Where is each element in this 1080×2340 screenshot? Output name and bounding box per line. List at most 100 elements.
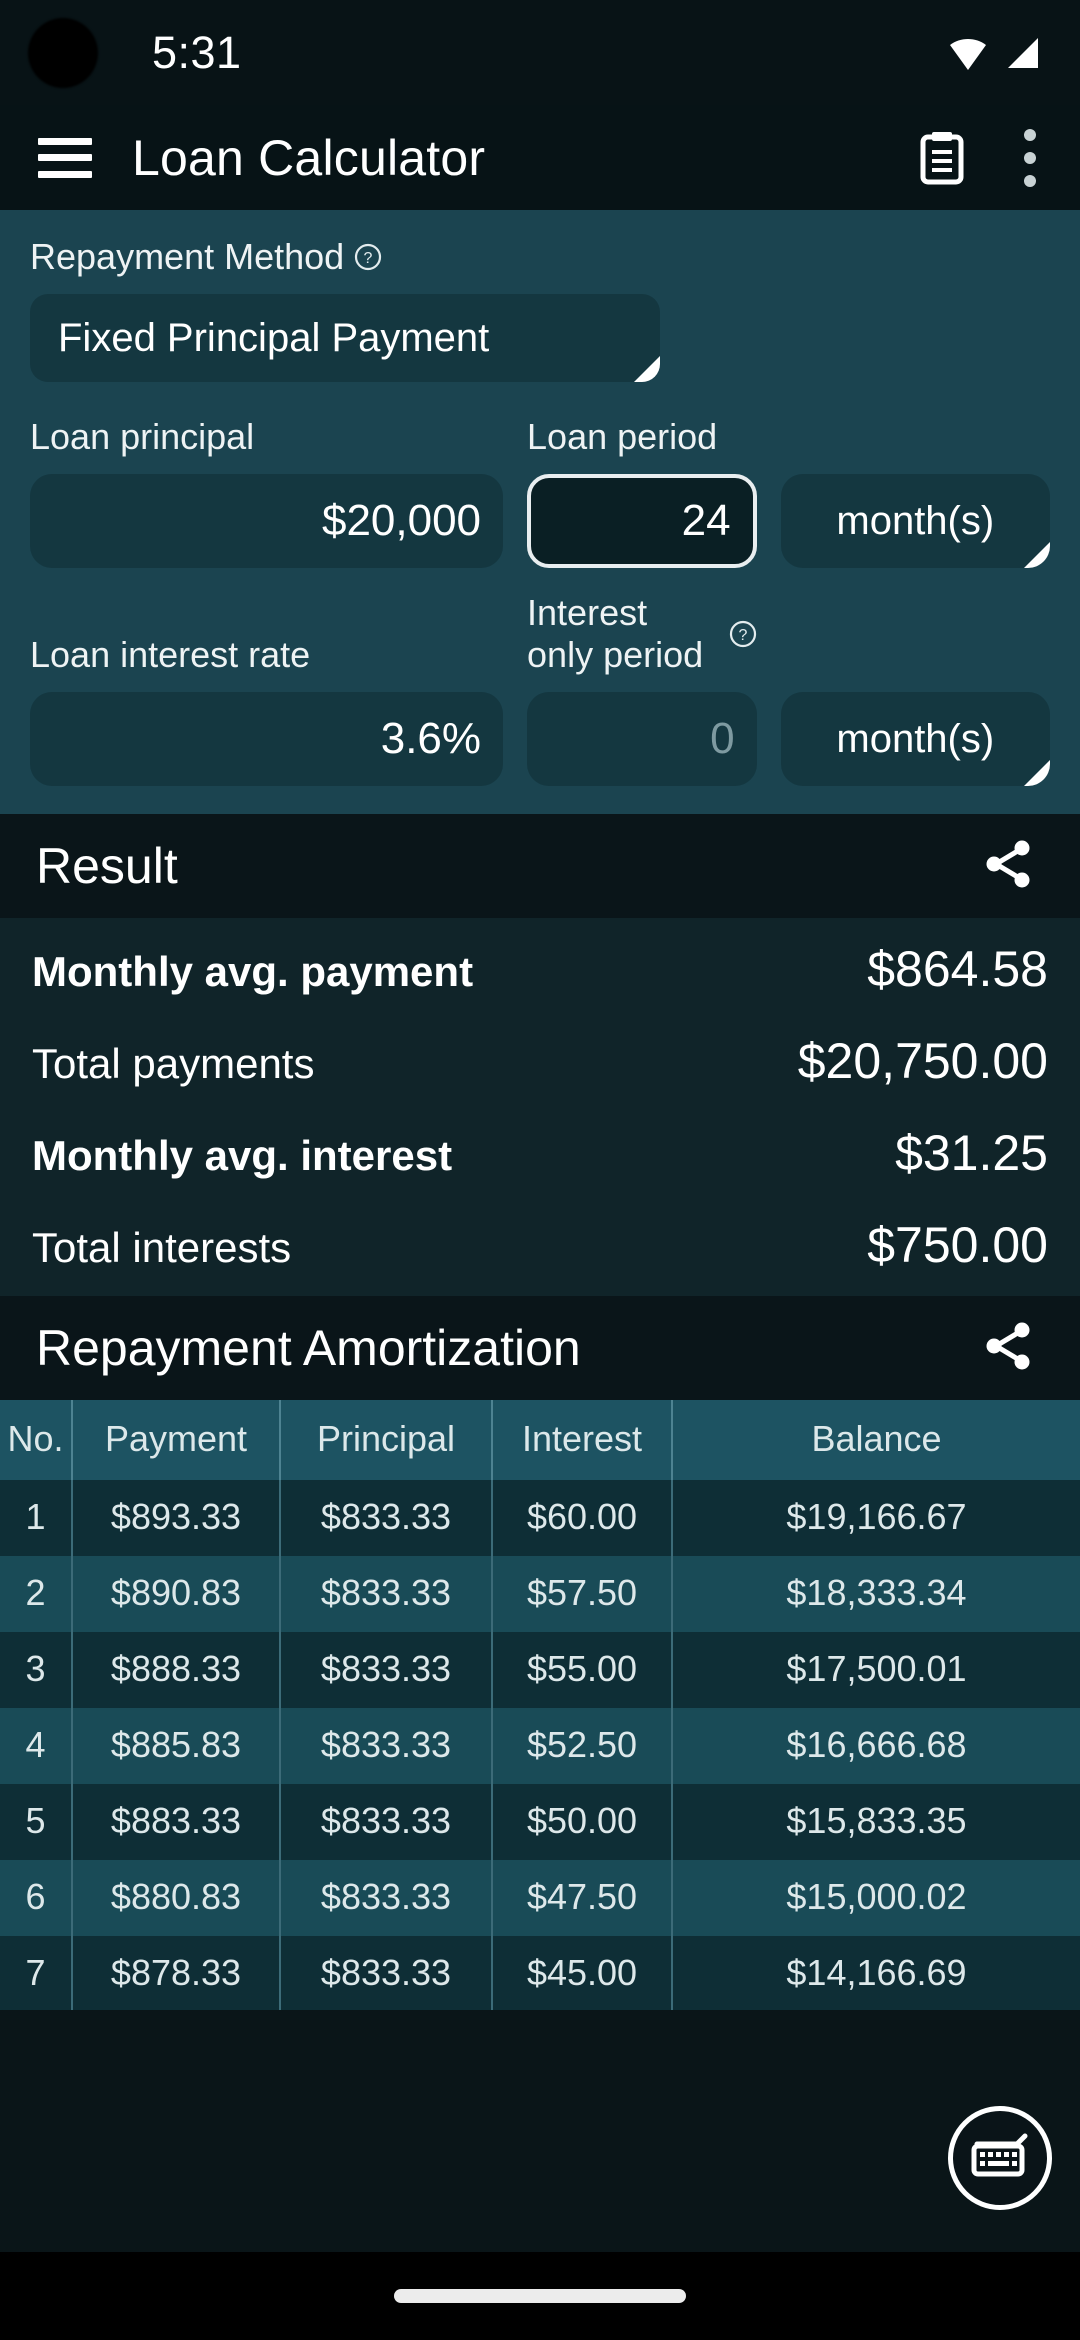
interest-only-period-placeholder: 0 bbox=[710, 714, 735, 763]
repayment-method-value: Fixed Principal Payment bbox=[58, 315, 490, 360]
cell-no: 4 bbox=[0, 1708, 72, 1784]
svg-text:?: ? bbox=[738, 627, 747, 644]
table-header-row: No. Payment Principal Interest Balance bbox=[0, 1400, 1080, 1480]
cell-interest: $52.50 bbox=[491, 1708, 672, 1784]
cell-principal: $833.33 bbox=[279, 1860, 492, 1936]
interest-only-period-input[interactable]: 0 bbox=[527, 692, 757, 786]
loan-interest-rate-input[interactable]: 3.6% bbox=[30, 692, 504, 786]
table-row[interactable]: 1 $893.33 $833.33 $60.00 $19,166.67 bbox=[0, 1480, 1080, 1556]
loan-principal-input[interactable]: $20,000 bbox=[30, 474, 504, 568]
result-row: Total interests $750.00 bbox=[0, 1200, 1080, 1292]
status-bar-clock: 5:31 bbox=[152, 26, 242, 78]
spinner-corner-icon bbox=[1024, 760, 1051, 786]
loan-period-unit-value: month(s) bbox=[836, 498, 995, 543]
cell-payment: $885.83 bbox=[71, 1708, 280, 1784]
column-header-payment: Payment bbox=[71, 1400, 280, 1480]
result-value: $750.00 bbox=[867, 1217, 1048, 1273]
status-bar: 5:31 bbox=[0, 0, 1080, 105]
keyboard-fab-button[interactable] bbox=[948, 2106, 1052, 2210]
overflow-menu-icon[interactable] bbox=[1006, 125, 1042, 191]
loan-period-unit-select[interactable]: month(s) bbox=[780, 474, 1051, 568]
result-label: Total payments bbox=[32, 1040, 315, 1087]
cell-principal: $833.33 bbox=[279, 1708, 492, 1784]
interest-only-unit-value: month(s) bbox=[836, 716, 995, 761]
help-circle-icon[interactable]: ? bbox=[729, 620, 757, 648]
loan-period-unit-group: month(s) bbox=[780, 474, 1051, 568]
loan-interest-rate-value: 3.6% bbox=[380, 714, 482, 763]
result-section-header: Result bbox=[0, 814, 1080, 918]
cell-interest: $55.00 bbox=[491, 1632, 672, 1708]
result-row: Monthly avg. interest $31.25 bbox=[0, 1108, 1080, 1200]
table-row[interactable]: 4 $885.83 $833.33 $52.50 $16,666.68 bbox=[0, 1708, 1080, 1784]
principal-period-row: Loan principal $20,000 Loan period 24 mo… bbox=[30, 416, 1051, 568]
cell-payment: $888.33 bbox=[71, 1632, 280, 1708]
cell-interest: $50.00 bbox=[491, 1784, 672, 1860]
amortization-title: Repayment Amortization bbox=[36, 1320, 581, 1376]
loan-input-form: Repayment Method ? Fixed Principal Payme… bbox=[0, 210, 1080, 814]
cell-payment: $890.83 bbox=[71, 1556, 280, 1632]
clipboard-notes-icon[interactable] bbox=[920, 131, 964, 185]
cell-principal: $833.33 bbox=[279, 1632, 492, 1708]
column-header-balance: Balance bbox=[671, 1400, 1080, 1480]
amortization-table-scroll[interactable]: No. Payment Principal Interest Balance 1… bbox=[0, 1400, 1080, 2010]
repayment-method-select[interactable]: Fixed Principal Payment bbox=[30, 294, 660, 382]
spinner-corner-icon bbox=[1024, 542, 1051, 568]
cell-payment: $880.83 bbox=[71, 1860, 280, 1936]
table-row[interactable]: 5 $883.33 $833.33 $50.00 $15,833.35 bbox=[0, 1784, 1080, 1860]
interest-only-unit-select[interactable]: month(s) bbox=[780, 692, 1051, 786]
system-navigation-bar bbox=[0, 2252, 1080, 2340]
interest-only-period-field-group: Interest only period ? 0 bbox=[527, 592, 757, 786]
table-row[interactable]: 2 $890.83 $833.33 $57.50 $18,333.34 bbox=[0, 1556, 1080, 1632]
page-title: Loan Calculator bbox=[132, 129, 486, 186]
loan-period-label: Loan period bbox=[527, 416, 718, 457]
cell-payment: $893.33 bbox=[71, 1480, 280, 1556]
loan-interest-rate-field-group: Loan interest rate 3.6% bbox=[30, 634, 504, 786]
result-title: Result bbox=[36, 838, 178, 894]
app-bar: Loan Calculator bbox=[0, 105, 1080, 210]
home-gesture-pill[interactable] bbox=[394, 2289, 686, 2303]
cell-principal: $833.33 bbox=[279, 1480, 492, 1556]
cell-balance: $15,000.02 bbox=[671, 1860, 1080, 1936]
cell-no: 5 bbox=[0, 1784, 72, 1860]
result-row: Total payments $20,750.00 bbox=[0, 1016, 1080, 1108]
interest-only-period-label: Interest only period ? bbox=[527, 592, 757, 676]
keyboard-icon bbox=[969, 2128, 1031, 2189]
share-icon[interactable] bbox=[972, 830, 1044, 903]
amortization-section-header: Repayment Amortization bbox=[0, 1296, 1080, 1400]
loan-period-input[interactable]: 24 bbox=[527, 474, 757, 568]
cell-interest: $45.00 bbox=[491, 1936, 672, 2010]
loan-principal-label: Loan principal bbox=[30, 416, 255, 457]
wifi-icon bbox=[948, 36, 988, 70]
column-header-principal: Principal bbox=[279, 1400, 492, 1480]
result-value: $31.25 bbox=[895, 1125, 1048, 1181]
result-value: $20,750.00 bbox=[797, 1033, 1048, 1089]
hamburger-menu-icon[interactable] bbox=[38, 137, 92, 178]
loan-period-value: 24 bbox=[681, 496, 731, 545]
result-list: Monthly avg. payment $864.58 Total payme… bbox=[0, 918, 1080, 1296]
cell-no: 6 bbox=[0, 1860, 72, 1936]
cell-interest: $57.50 bbox=[491, 1556, 672, 1632]
cellular-signal-icon bbox=[1002, 36, 1040, 70]
cell-no: 2 bbox=[0, 1556, 72, 1632]
interest-only-unit-group: month(s) bbox=[780, 692, 1051, 786]
result-value: $864.58 bbox=[867, 941, 1048, 997]
table-row[interactable]: 3 $888.33 $833.33 $55.00 $17,500.01 bbox=[0, 1632, 1080, 1708]
loan-principal-field-group: Loan principal $20,000 bbox=[30, 416, 504, 568]
cell-balance: $19,166.67 bbox=[671, 1480, 1080, 1556]
spinner-corner-icon bbox=[634, 356, 660, 382]
loan-period-field-group: Loan period 24 bbox=[527, 416, 757, 568]
table-row[interactable]: 6 $880.83 $833.33 $47.50 $15,000.02 bbox=[0, 1860, 1080, 1936]
result-row: Monthly avg. payment $864.58 bbox=[0, 924, 1080, 1016]
help-circle-icon[interactable]: ? bbox=[354, 243, 382, 271]
cell-principal: $833.33 bbox=[279, 1556, 492, 1632]
cell-payment: $878.33 bbox=[71, 1936, 280, 2010]
table-row[interactable]: 7 $878.33 $833.33 $45.00 $14,166.69 bbox=[0, 1936, 1080, 2010]
status-bar-icons bbox=[948, 36, 1040, 70]
result-label: Monthly avg. interest bbox=[32, 1132, 453, 1179]
share-icon[interactable] bbox=[972, 1312, 1044, 1385]
cell-payment: $883.33 bbox=[71, 1784, 280, 1860]
rate-interestonly-row: Loan interest rate 3.6% Interest only pe… bbox=[30, 592, 1051, 786]
cell-balance: $16,666.68 bbox=[671, 1708, 1080, 1784]
camera-punch-hole bbox=[28, 18, 98, 88]
loan-interest-rate-label: Loan interest rate bbox=[30, 634, 311, 675]
